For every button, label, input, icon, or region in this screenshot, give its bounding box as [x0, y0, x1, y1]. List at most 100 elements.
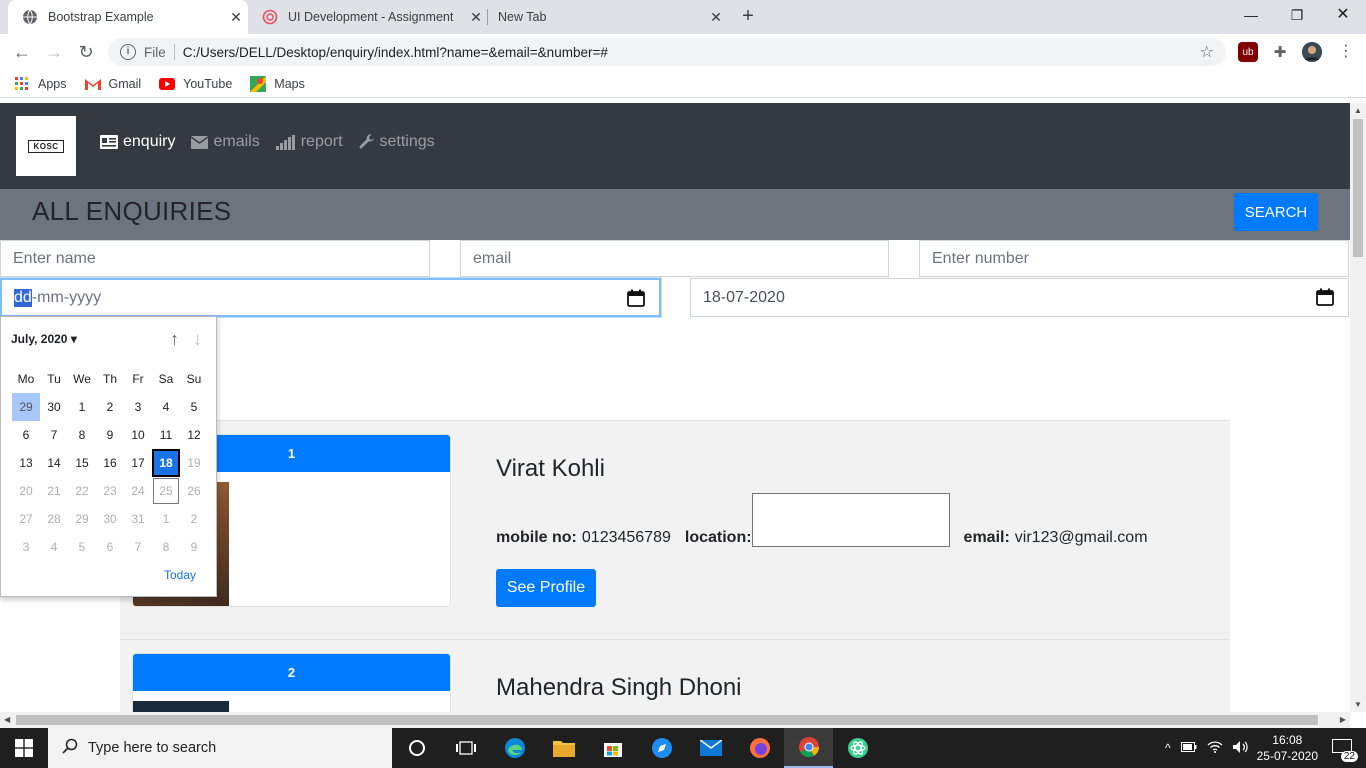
- bookmark-youtube[interactable]: YouTube: [159, 76, 232, 92]
- new-tab-icon[interactable]: +: [736, 4, 760, 28]
- calendar-day: 8: [162, 540, 170, 554]
- firefox-icon[interactable]: [735, 728, 784, 768]
- see-profile-button[interactable]: See Profile: [496, 569, 596, 607]
- scrollbar-thumb[interactable]: [16, 715, 1318, 725]
- safari-compass-icon[interactable]: [637, 728, 686, 768]
- calendar-day: 26: [187, 484, 201, 498]
- chrome-icon[interactable]: [784, 728, 833, 768]
- nav-enquiry[interactable]: enquiry: [100, 133, 175, 151]
- scroll-left-icon[interactable]: ◀: [4, 715, 10, 724]
- caret-down-icon: ▾: [70, 332, 77, 346]
- cortana-icon[interactable]: [392, 728, 441, 768]
- info-icon[interactable]: i: [120, 44, 136, 60]
- puzzle-extensions-icon[interactable]: ✚: [1270, 42, 1290, 62]
- kebab-menu-icon[interactable]: ⋮: [1334, 40, 1358, 64]
- nav-report[interactable]: report: [275, 133, 343, 151]
- reload-icon[interactable]: ↻: [74, 40, 98, 64]
- date-to-input[interactable]: 18-07-2020: [690, 278, 1349, 317]
- calendar-day[interactable]: 5: [180, 393, 208, 421]
- task-view-icon[interactable]: [441, 728, 490, 768]
- taskbar-search-box[interactable]: Type here to search: [48, 728, 392, 768]
- volume-icon[interactable]: [1232, 740, 1249, 757]
- clock[interactable]: 16:08 25-07-2020: [1257, 732, 1318, 764]
- extension-badge: ub: [1242, 46, 1254, 58]
- enquiry-name: Virat Kohli: [496, 455, 605, 482]
- horizontal-scrollbar[interactable]: ◀ ▶: [0, 712, 1350, 728]
- tab-bootstrap-example[interactable]: Bootstrap Example ✕: [8, 0, 248, 34]
- address-bar[interactable]: i File C:/Users/DELL/Desktop/enquiry/ind…: [108, 38, 1226, 66]
- scrollbar-thumb[interactable]: [1353, 119, 1363, 257]
- microsoft-store-icon[interactable]: [588, 728, 637, 768]
- calendar-icon[interactable]: [627, 289, 645, 312]
- arrow-up-icon[interactable]: ↑: [170, 329, 179, 350]
- close-tab-icon[interactable]: ✕: [464, 9, 488, 26]
- calendar-day[interactable]: 10: [124, 421, 152, 449]
- wrench-icon: [359, 134, 375, 150]
- search-button[interactable]: SEARCH: [1234, 193, 1318, 231]
- today-button[interactable]: Today: [164, 568, 196, 582]
- close-tab-icon[interactable]: ✕: [224, 9, 248, 26]
- calendar-day[interactable]: 13: [12, 449, 40, 477]
- vertical-scrollbar[interactable]: ▲ ▼: [1350, 103, 1366, 712]
- scroll-down-icon[interactable]: ▼: [1354, 700, 1362, 709]
- atom-editor-icon[interactable]: [833, 728, 882, 768]
- calendar-day[interactable]: 8: [68, 421, 96, 449]
- forward-arrow-icon[interactable]: →: [42, 40, 66, 64]
- name-input[interactable]: Enter name: [0, 240, 430, 277]
- kosc-logo[interactable]: KOSC: [16, 116, 76, 176]
- date-to-value[interactable]: 18-07-2020: [703, 289, 785, 307]
- calendar-day[interactable]: 7: [40, 421, 68, 449]
- bookmark-maps[interactable]: Maps: [250, 75, 305, 92]
- chevron-up-icon[interactable]: ^: [1165, 741, 1171, 755]
- calendar-day[interactable]: 17: [124, 449, 152, 477]
- date-day-segment[interactable]: dd: [14, 288, 32, 307]
- avatar[interactable]: [1302, 42, 1322, 62]
- calendar-day[interactable]: 29: [12, 393, 40, 421]
- mail-icon[interactable]: [686, 728, 735, 768]
- back-arrow-icon[interactable]: ←: [10, 40, 34, 64]
- calendar-day[interactable]: 2: [96, 393, 124, 421]
- scroll-up-icon[interactable]: ▲: [1354, 106, 1362, 115]
- calendar-day-selected[interactable]: 18: [152, 449, 180, 477]
- nav-settings[interactable]: settings: [359, 133, 435, 151]
- date-rest-segment[interactable]: -mm-yyyy: [32, 289, 101, 307]
- url-text[interactable]: C:/Users/DELL/Desktop/enquiry/index.html…: [183, 45, 608, 60]
- restore-icon[interactable]: ❐: [1274, 0, 1320, 30]
- arrow-down-icon[interactable]: ↓: [193, 329, 202, 350]
- nav-emails[interactable]: emails: [191, 133, 260, 151]
- bookmark-gmail[interactable]: Gmail: [84, 76, 141, 92]
- calendar-day[interactable]: 11: [152, 421, 180, 449]
- battery-icon[interactable]: [1180, 741, 1197, 755]
- calendar-day[interactable]: 4: [152, 393, 180, 421]
- calendar-icon[interactable]: [1316, 288, 1334, 311]
- calendar-day[interactable]: 9: [96, 421, 124, 449]
- calendar-day[interactable]: 6: [12, 421, 40, 449]
- bookmark-apps[interactable]: Apps: [14, 76, 67, 92]
- month-year-dropdown[interactable]: July, 2020 ▾: [11, 332, 77, 346]
- scroll-right-icon[interactable]: ▶: [1340, 715, 1346, 724]
- bookmark-star-icon[interactable]: ☆: [1200, 42, 1214, 62]
- calendar-day[interactable]: 3: [124, 393, 152, 421]
- number-input[interactable]: Enter number: [919, 240, 1349, 277]
- calendar-day[interactable]: 14: [40, 449, 68, 477]
- location-textarea[interactable]: [751, 493, 950, 547]
- calendar-day[interactable]: 16: [96, 449, 124, 477]
- file-explorer-icon[interactable]: [539, 728, 588, 768]
- close-tab-icon[interactable]: ✕: [704, 9, 728, 26]
- calendar-day[interactable]: 12: [180, 421, 208, 449]
- calendar-day[interactable]: 1: [68, 393, 96, 421]
- minimize-icon[interactable]: —: [1228, 0, 1274, 30]
- edge-browser-icon[interactable]: [490, 728, 539, 768]
- email-input[interactable]: email: [460, 240, 889, 277]
- notification-icon[interactable]: 22: [1332, 738, 1358, 762]
- ublock-extension-icon[interactable]: ub: [1238, 42, 1258, 62]
- calendar-day[interactable]: 15: [68, 449, 96, 477]
- wifi-icon[interactable]: [1207, 740, 1223, 756]
- windows-start-icon[interactable]: [0, 728, 48, 768]
- tab-ui-development[interactable]: UI Development - Assignment ✕: [248, 0, 488, 34]
- tab-new-tab[interactable]: New Tab ✕: [488, 0, 728, 34]
- calendar-day[interactable]: 30: [40, 393, 68, 421]
- number-placeholder: Enter number: [932, 249, 1029, 267]
- date-from-input[interactable]: dd -mm-yyyy: [0, 278, 661, 317]
- window-close-icon[interactable]: ✕: [1320, 0, 1366, 30]
